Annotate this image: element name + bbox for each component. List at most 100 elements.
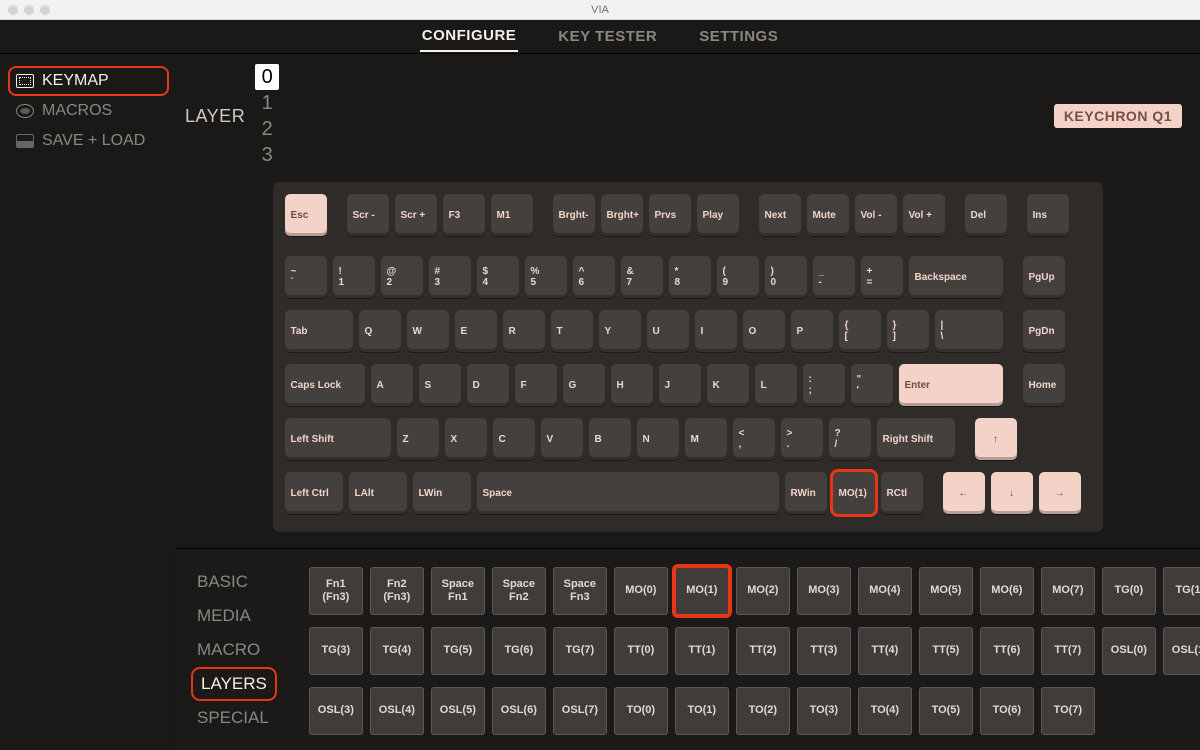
keycode-tt-5[interactable]: TT(5)	[919, 627, 973, 675]
keycode-tg-3[interactable]: TG(3)	[309, 627, 363, 675]
key-mute[interactable]: Mute	[807, 194, 849, 236]
key-right-shift[interactable]: Right Shift	[877, 418, 955, 460]
keycode-to-0[interactable]: TO(0)	[614, 687, 668, 735]
keycode-osl-7[interactable]: OSL(7)	[553, 687, 607, 735]
key-p[interactable]: P	[791, 310, 833, 352]
key-z[interactable]: Z	[397, 418, 439, 460]
keycode-mo-1[interactable]: MO(1)	[675, 567, 729, 615]
key-r1k5[interactable]: %5	[525, 256, 567, 298]
keycode-to-4[interactable]: TO(4)	[858, 687, 912, 735]
keycode-tt-7[interactable]: TT(7)	[1041, 627, 1095, 675]
keycode-category-layers[interactable]: LAYERS	[191, 667, 277, 701]
key-left-shift[interactable]: Left Shift	[285, 418, 391, 460]
key-v[interactable]: V	[541, 418, 583, 460]
key-a[interactable]: A	[371, 364, 413, 406]
key-k[interactable]: K	[707, 364, 749, 406]
keycode-mo-5[interactable]: MO(5)	[919, 567, 973, 615]
key-brght[interactable]: Brght+	[601, 194, 643, 236]
key-f[interactable]: F	[515, 364, 557, 406]
key-ins[interactable]: Ins	[1027, 194, 1069, 236]
key-x[interactable]: X	[445, 418, 487, 460]
key-r[interactable]: R	[503, 310, 545, 352]
key-r1k7[interactable]: &7	[621, 256, 663, 298]
keycode-tt-6[interactable]: TT(6)	[980, 627, 1034, 675]
keycode-mo-0[interactable]: MO(0)	[614, 567, 668, 615]
key-next[interactable]: Next	[759, 194, 801, 236]
key-d[interactable]: D	[467, 364, 509, 406]
keycode-tt-1[interactable]: TT(1)	[675, 627, 729, 675]
key-backspace[interactable]: Backspace	[909, 256, 1003, 298]
key-tab[interactable]: Tab	[285, 310, 353, 352]
key-lalt[interactable]: LAlt	[349, 472, 407, 514]
key-o[interactable]: O	[743, 310, 785, 352]
key-rctl[interactable]: RCtl	[881, 472, 923, 514]
keycode-tt-0[interactable]: TT(0)	[614, 627, 668, 675]
key-r1k3[interactable]: #3	[429, 256, 471, 298]
key-r3k11[interactable]: "'	[851, 364, 893, 406]
key-prvs[interactable]: Prvs	[649, 194, 691, 236]
sidebar-item-macros[interactable]: MACROS	[8, 96, 169, 126]
layer-tab-2[interactable]: 2	[255, 116, 279, 142]
key-mo-1[interactable]: MO(1)	[833, 472, 875, 514]
key-space[interactable]: Space	[477, 472, 779, 514]
key-f3[interactable]: F3	[443, 194, 485, 236]
keycode-to-5[interactable]: TO(5)	[919, 687, 973, 735]
key-r4k13[interactable]: ↑	[975, 418, 1017, 460]
keycode-osl-4[interactable]: OSL(4)	[370, 687, 424, 735]
key-r2k12[interactable]: }]	[887, 310, 929, 352]
key-vol[interactable]: Vol +	[903, 194, 945, 236]
key-r5k9[interactable]: ↓	[991, 472, 1033, 514]
key-r4k9[interactable]: >.	[781, 418, 823, 460]
sidebar-item-keymap[interactable]: KEYMAP	[8, 66, 169, 96]
keycode-osl-0[interactable]: OSL(0)	[1102, 627, 1156, 675]
keycode-tg-1[interactable]: TG(1)	[1163, 567, 1200, 615]
keycode-to-7[interactable]: TO(7)	[1041, 687, 1095, 735]
keycode-space[interactable]: SpaceFn3	[553, 567, 607, 615]
key-r1k1[interactable]: !1	[333, 256, 375, 298]
keycode-tg-0[interactable]: TG(0)	[1102, 567, 1156, 615]
key-c[interactable]: C	[493, 418, 535, 460]
keycode-osl-1[interactable]: OSL(1)	[1163, 627, 1200, 675]
key-r1k6[interactable]: ^6	[573, 256, 615, 298]
key-caps-lock[interactable]: Caps Lock	[285, 364, 365, 406]
topnav-item-configure[interactable]: CONFIGURE	[420, 21, 519, 52]
key-rwin[interactable]: RWin	[785, 472, 827, 514]
keycode-category-media[interactable]: MEDIA	[191, 599, 257, 633]
keycode-tt-2[interactable]: TT(2)	[736, 627, 790, 675]
keycode-osl-5[interactable]: OSL(5)	[431, 687, 485, 735]
key-r3k10[interactable]: :;	[803, 364, 845, 406]
key-g[interactable]: G	[563, 364, 605, 406]
key-r1k9[interactable]: (9	[717, 256, 759, 298]
keycode-tg-5[interactable]: TG(5)	[431, 627, 485, 675]
keycode-space[interactable]: SpaceFn1	[431, 567, 485, 615]
key-del[interactable]: Del	[965, 194, 1007, 236]
key-h[interactable]: H	[611, 364, 653, 406]
key-r2k13[interactable]: |\	[935, 310, 1003, 352]
key-play[interactable]: Play	[697, 194, 739, 236]
key-r1k2[interactable]: @2	[381, 256, 423, 298]
key-r5k10[interactable]: →	[1039, 472, 1081, 514]
keycode-osl-6[interactable]: OSL(6)	[492, 687, 546, 735]
keycode-fn1[interactable]: Fn1(Fn3)	[309, 567, 363, 615]
key-m[interactable]: M	[685, 418, 727, 460]
key-s[interactable]: S	[419, 364, 461, 406]
keycode-mo-3[interactable]: MO(3)	[797, 567, 851, 615]
keycode-to-6[interactable]: TO(6)	[980, 687, 1034, 735]
key-w[interactable]: W	[407, 310, 449, 352]
keycode-osl-3[interactable]: OSL(3)	[309, 687, 363, 735]
layer-tab-1[interactable]: 1	[255, 90, 279, 116]
key-r2k11[interactable]: {[	[839, 310, 881, 352]
keycode-to-3[interactable]: TO(3)	[797, 687, 851, 735]
key-home[interactable]: Home	[1023, 364, 1065, 406]
key-brght[interactable]: Brght-	[553, 194, 595, 236]
keycode-tg-4[interactable]: TG(4)	[370, 627, 424, 675]
key-scr[interactable]: Scr -	[347, 194, 389, 236]
key-y[interactable]: Y	[599, 310, 641, 352]
key-esc[interactable]: Esc	[285, 194, 327, 236]
keycode-mo-6[interactable]: MO(6)	[980, 567, 1034, 615]
keycode-category-special[interactable]: SPECIAL	[191, 701, 275, 735]
key-i[interactable]: I	[695, 310, 737, 352]
keycode-category-macro[interactable]: MACRO	[191, 633, 266, 667]
key-left-ctrl[interactable]: Left Ctrl	[285, 472, 343, 514]
key-r1k8[interactable]: *8	[669, 256, 711, 298]
